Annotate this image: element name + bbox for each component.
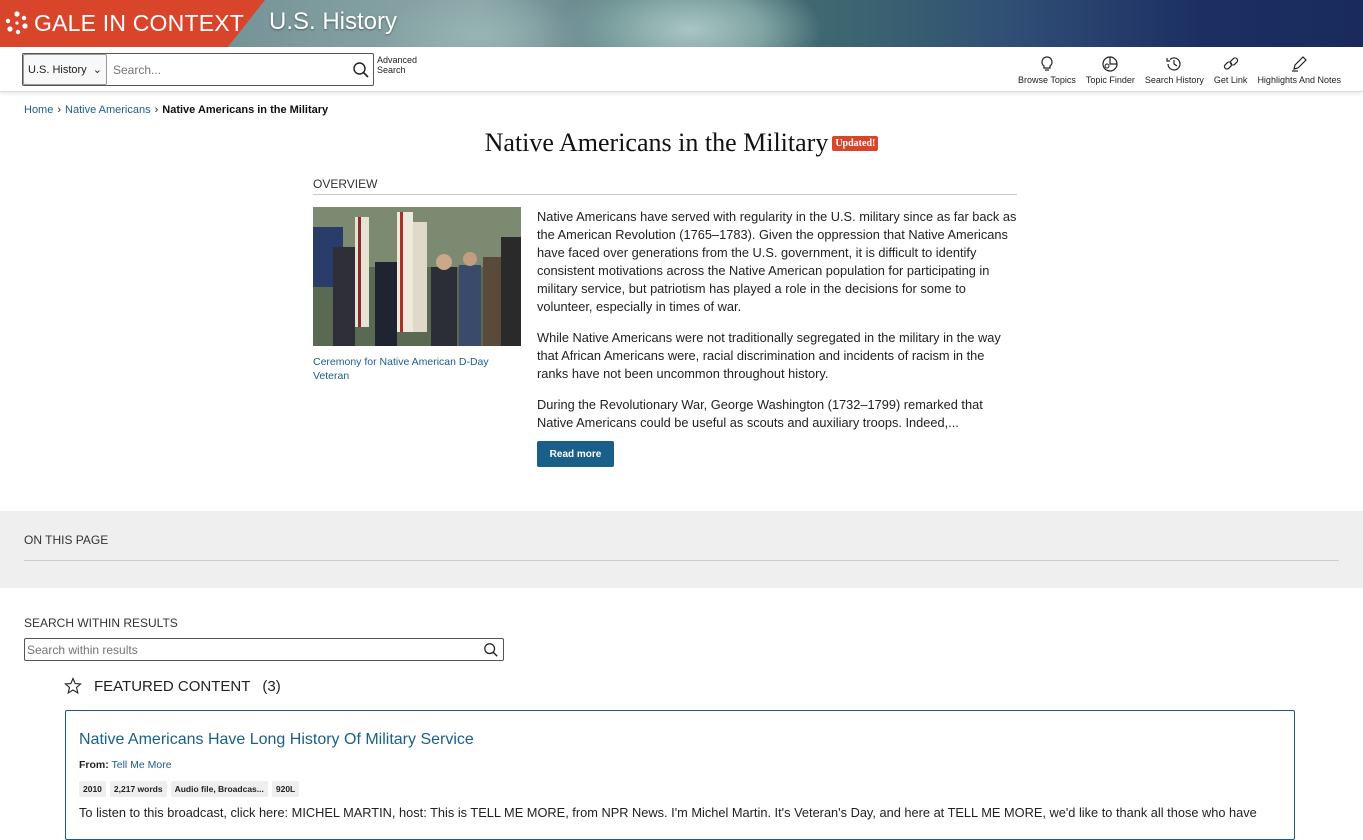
- search-scope-value: U.S. History: [28, 63, 87, 76]
- history-icon: [1166, 57, 1181, 71]
- read-more-button[interactable]: Read more: [537, 441, 614, 467]
- featured-card-tags: 2010 2,217 words Audio file, Broadcas...…: [79, 781, 300, 797]
- chevron-down-icon: ⌄: [92, 64, 102, 76]
- search-input[interactable]: [107, 54, 349, 85]
- search-scope-select[interactable]: U.S. History ⌄: [23, 54, 107, 85]
- topic-finder-button[interactable]: Topic Finder: [1086, 55, 1135, 85]
- highlights-notes-label: Highlights And Notes: [1257, 75, 1341, 85]
- featured-content-count: (3): [262, 677, 281, 695]
- on-this-page-heading: ON THIS PAGE: [24, 533, 109, 547]
- get-link-button[interactable]: Get Link: [1213, 55, 1248, 85]
- topic-finder-icon: [1102, 56, 1118, 72]
- on-this-page-divider: [24, 560, 1339, 561]
- search-button[interactable]: [349, 54, 373, 85]
- search-bar: U.S. History ⌄: [22, 53, 374, 86]
- featured-content-label: FEATURED CONTENT: [94, 677, 251, 695]
- gale-logo-icon: [5, 11, 28, 35]
- chevron-right-icon: ›: [154, 104, 159, 116]
- tag-lexile: 920L: [271, 781, 300, 797]
- overview-heading: OVERVIEW: [313, 177, 378, 191]
- advanced-search-line2: Search: [377, 65, 406, 75]
- ceremony-photo: [313, 207, 521, 346]
- toolbar: U.S. History ⌄ Advanced Search Browse To…: [0, 47, 1363, 92]
- product-name[interactable]: U.S. History: [269, 8, 397, 36]
- breadcrumb-current: Native Americans in the Military: [162, 104, 329, 116]
- tag-content-type: Audio file, Broadcas...: [170, 781, 268, 797]
- search-history-label: Search History: [1144, 75, 1204, 85]
- breadcrumb-home[interactable]: Home: [24, 104, 53, 116]
- overview-text: Native Americans have served with regula…: [537, 208, 1019, 445]
- featured-content-heading[interactable]: FEATURED CONTENT (3): [64, 677, 281, 695]
- updated-badge: Updated!: [832, 136, 879, 152]
- page-title-area: Native Americans in the Military Updated!: [0, 128, 1363, 158]
- advanced-search-link[interactable]: Advanced Search: [377, 55, 417, 75]
- overview-divider: [313, 194, 1017, 195]
- search-history-button[interactable]: Search History: [1145, 55, 1204, 85]
- chevron-right-icon: ›: [57, 104, 62, 116]
- on-this-page-section: ON THIS PAGE: [0, 511, 1363, 588]
- search-within-button[interactable]: [479, 639, 503, 660]
- search-within-input[interactable]: [25, 639, 479, 660]
- banner-image-decoration: [380, 0, 580, 47]
- banner-image: [560, 0, 820, 47]
- search-within-heading: SEARCH WITHIN RESULTS: [24, 616, 178, 630]
- breadcrumb-parent[interactable]: Native Americans: [65, 104, 151, 116]
- topic-finder-label: Topic Finder: [1085, 75, 1135, 85]
- search-icon: [353, 61, 369, 78]
- lightbulb-icon: [1041, 56, 1053, 71]
- featured-card-title[interactable]: Native Americans Have Long History Of Mi…: [79, 731, 474, 749]
- page-title: Native Americans in the Military: [484, 128, 829, 157]
- featured-card: Native Americans Have Long History Of Mi…: [65, 710, 1295, 840]
- highlights-notes-button[interactable]: Highlights And Notes: [1257, 55, 1341, 85]
- browse-topics-label: Browse Topics: [1017, 75, 1076, 85]
- overview-paragraph-1: Native Americans have served with regula…: [537, 209, 1017, 314]
- tools-menu: Browse Topics Topic Finder Search Histor…: [1018, 55, 1341, 85]
- featured-card-source: From: Tell Me More: [79, 759, 172, 771]
- brand-name: GALE IN CONTEXT: [34, 10, 245, 36]
- get-link-label: Get Link: [1213, 75, 1248, 85]
- advanced-search-line1: Advanced: [377, 55, 418, 65]
- link-icon: [1223, 57, 1238, 70]
- header-banner: GALE IN CONTEXT U.S. History: [0, 0, 1363, 47]
- pen-icon: [1292, 56, 1308, 72]
- star-icon: [64, 677, 82, 695]
- tag-word-count: 2,217 words: [109, 781, 167, 797]
- tag-year: 2010: [79, 781, 106, 797]
- breadcrumb: Home › Native Americans › Native Americans i…: [24, 104, 328, 116]
- source-link[interactable]: Tell Me More: [111, 759, 171, 771]
- overview-image[interactable]: [313, 207, 521, 346]
- overview-paragraph-3: During the Revolutionary War, George Was…: [537, 397, 983, 430]
- featured-card-excerpt: To listen to this broadcast, click here:…: [79, 805, 1257, 820]
- image-caption-link[interactable]: Ceremony for Native American D-Day Veter…: [313, 355, 523, 383]
- search-within-bar: [24, 638, 504, 661]
- overview-paragraph-2: While Native Americans were not traditio…: [537, 330, 1001, 381]
- brand-logo-area[interactable]: GALE IN CONTEXT: [0, 0, 265, 47]
- browse-topics-button[interactable]: Browse Topics: [1018, 55, 1076, 85]
- source-label: From:: [79, 759, 109, 771]
- search-icon: [484, 642, 498, 657]
